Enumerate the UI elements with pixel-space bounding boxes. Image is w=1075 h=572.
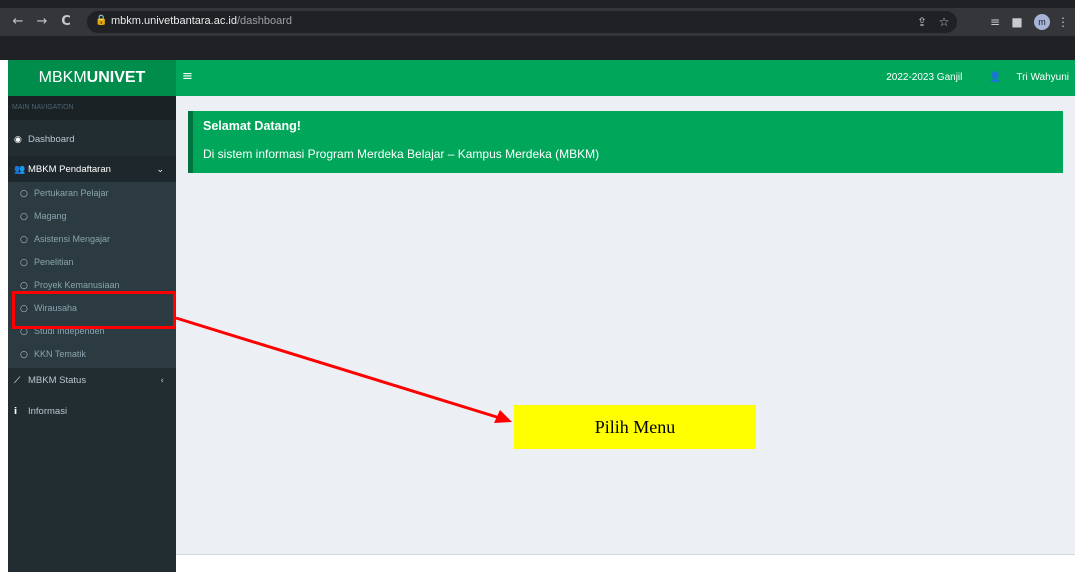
share-icon[interactable]: ⇪ <box>913 8 931 36</box>
reading-list-icon[interactable]: ≡ <box>986 8 1004 36</box>
browser-bookmarks-band <box>0 36 1075 60</box>
semester-label[interactable]: 2022-2023 Ganjil <box>886 72 962 83</box>
welcome-title: Selamat Datang! <box>203 119 301 133</box>
lock-icon: 🔒 <box>95 15 108 26</box>
circle-icon: ○ <box>20 212 28 222</box>
url-text: mbkm.univetbantara.ac.id/dashboard <box>111 15 292 27</box>
sidebar-toggle-icon[interactable]: ≡ <box>182 69 193 84</box>
logo-bold: UNIVET <box>86 69 146 86</box>
logo-prefix: MBKM <box>38 69 87 86</box>
sidebar-item-label: MBKM Pendaftaran <box>28 164 111 175</box>
submenu-label: Pertukaran Pelajar <box>34 188 109 198</box>
navbar-right: 2022-2023 Ganjil 👤 Tri Wahyuni <box>874 60 1069 96</box>
submenu-label: KKN Tematik <box>34 349 86 359</box>
app-logo[interactable]: MBKMUNIVET <box>8 60 176 96</box>
submenu-item-asistensi-mengajar[interactable]: ○ Asistensi Mengajar <box>8 228 176 250</box>
submenu-item-kkn-tematik[interactable]: ○ KKN Tematik <box>8 343 176 365</box>
welcome-callout: Selamat Datang! Di sistem informasi Prog… <box>188 111 1063 173</box>
user-menu[interactable]: 👤 Tri Wahyuni <box>977 72 1069 83</box>
submenu-item-pertukaran-pelajar[interactable]: ○ Pertukaran Pelajar <box>8 182 176 204</box>
circle-icon: ○ <box>20 235 28 245</box>
sidebar-item-label: MBKM Status <box>28 375 87 386</box>
sidebar-item-informasi[interactable]: i Informasi <box>8 398 176 426</box>
circle-icon: ○ <box>20 350 28 360</box>
content-footer <box>176 554 1075 572</box>
url-host: mbkm.univetbantara.ac.id <box>111 15 237 27</box>
browser-toolbar: ← → C 🔒 mbkm.univetbantara.ac.id/dashboa… <box>0 8 1075 36</box>
main-content: Selamat Datang! Di sistem informasi Prog… <box>176 96 1075 554</box>
back-button[interactable]: ← <box>8 8 28 36</box>
sidebar-header: MAIN NAVIGATION <box>8 96 176 120</box>
submenu-item-magang[interactable]: ○ Magang <box>8 205 176 227</box>
circle-icon: ○ <box>20 189 28 199</box>
forward-button[interactable]: → <box>32 8 52 36</box>
browser-tabstrip <box>0 0 1075 8</box>
dashboard-icon: ◉ <box>14 135 22 145</box>
address-bar[interactable]: 🔒 mbkm.univetbantara.ac.id/dashboard ⇪ ☆ <box>87 11 957 33</box>
chevron-left-icon: ‹ <box>160 376 164 386</box>
sidebar-item-pendaftaran[interactable]: 👥 MBKM Pendaftaran ⌄ <box>8 156 176 184</box>
pendaftaran-submenu: ○ Pertukaran Pelajar ○ Magang ○ Asistensi M… <box>8 182 176 368</box>
users-icon: 👥 <box>14 165 26 175</box>
side-panel-icon[interactable]: ■ <box>1008 8 1026 36</box>
profile-avatar[interactable]: m <box>1034 14 1050 30</box>
screen: ← → C 🔒 mbkm.univetbantara.ac.id/dashboa… <box>0 0 1075 572</box>
sidebar-item-status[interactable]: ⟋ MBKM Status ‹ <box>8 367 176 395</box>
circle-icon: ○ <box>20 258 28 268</box>
user-name: Tri Wahyuni <box>1016 72 1069 83</box>
browser-menu-icon[interactable]: ⋮ <box>1054 8 1072 36</box>
reload-button[interactable]: C <box>56 8 76 36</box>
welcome-message: Di sistem informasi Program Merdeka Bela… <box>203 147 600 161</box>
sidebar-item-label: Dashboard <box>28 134 75 145</box>
submenu-item-penelitian[interactable]: ○ Penelitian <box>8 251 176 273</box>
sidebar-item-label: Informasi <box>28 406 68 417</box>
highlight-box <box>12 291 176 329</box>
user-icon: 👤 <box>989 72 1005 83</box>
bookmark-star-icon[interactable]: ☆ <box>935 8 953 36</box>
submenu-label: Penelitian <box>34 257 74 267</box>
sidebar-item-dashboard[interactable]: ◉ Dashboard <box>8 126 176 154</box>
top-navbar: ≡ 2022-2023 Ganjil 👤 Tri Wahyuni <box>176 60 1075 96</box>
chevron-down-icon: ⌄ <box>156 165 164 175</box>
submenu-label: Proyek Kemanusiaan <box>34 280 120 290</box>
annotation-label: Pilih Menu <box>514 405 756 449</box>
url-path: /dashboard <box>236 15 292 27</box>
line-chart-icon: ⟋ <box>14 376 21 386</box>
submenu-label: Magang <box>34 211 67 221</box>
info-icon: i <box>14 407 18 417</box>
sidebar: MAIN NAVIGATION ◉ Dashboard 👥 MBKM Pendaft… <box>8 96 176 572</box>
submenu-label: Asistensi Mengajar <box>34 234 111 244</box>
